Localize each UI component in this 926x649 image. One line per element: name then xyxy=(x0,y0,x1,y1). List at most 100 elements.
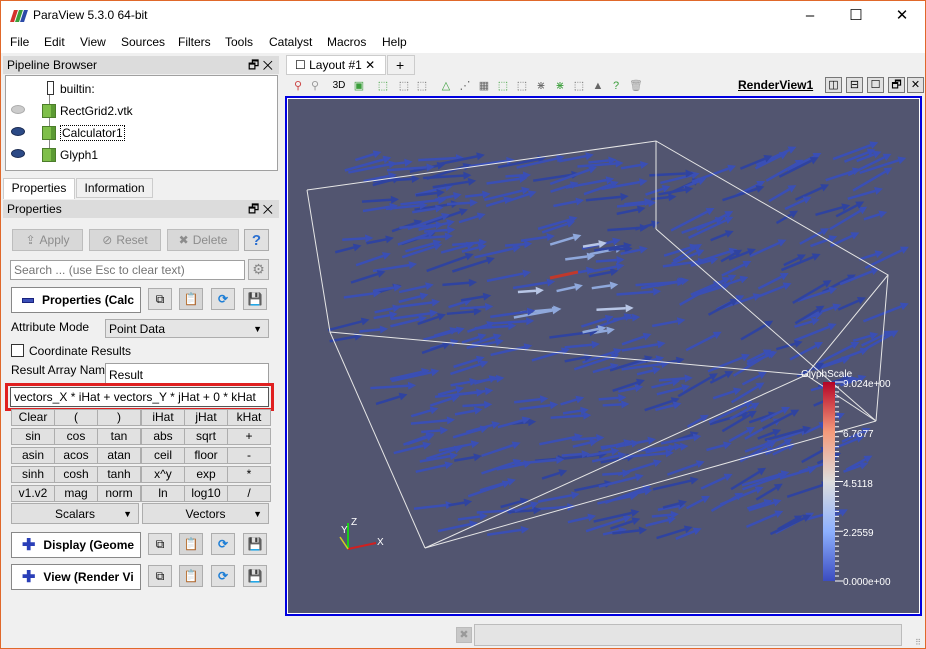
render-view-title[interactable]: RenderView1 xyxy=(738,78,813,92)
split-vertical-button[interactable]: ⊟ xyxy=(846,77,863,93)
menu-catalyst[interactable]: Catalyst xyxy=(269,35,312,49)
apply-button[interactable]: ⇪ Apply xyxy=(12,229,83,251)
copy-button[interactable]: ⧉ xyxy=(148,565,172,587)
calc-button[interactable]: mag xyxy=(54,485,98,502)
paste-button[interactable]: 📋 xyxy=(179,288,203,310)
menu-filters[interactable]: Filters xyxy=(178,35,211,49)
calc-button[interactable]: x^y xyxy=(141,466,185,483)
calc-button[interactable]: kHat xyxy=(227,409,271,426)
restore-defaults-button[interactable]: ⟳ xyxy=(211,288,235,310)
calc-button[interactable]: log10 xyxy=(184,485,228,502)
calc-button[interactable]: Clear xyxy=(11,409,55,426)
interactive-select-cells-icon[interactable]: ⬚ xyxy=(496,79,510,93)
shrink-selection-icon[interactable]: ⋇ xyxy=(553,79,567,93)
tab-properties[interactable]: Properties xyxy=(3,178,75,199)
camera-undo-icon[interactable]: ⚲ xyxy=(308,79,322,93)
save-defaults-button[interactable]: 💾 xyxy=(243,288,267,310)
hover-cells-icon[interactable]: ⬚ xyxy=(572,79,586,93)
capture-screenshot-icon[interactable]: ▣ xyxy=(352,79,366,93)
view-section-toggle[interactable]: ✚ View (Render Vi xyxy=(11,564,141,590)
save-defaults-button[interactable]: 💾 xyxy=(243,533,267,555)
pipeline-item-calculator[interactable]: Calculator1 xyxy=(6,123,276,143)
select-points-frustum-icon[interactable]: ⋰ xyxy=(458,79,472,93)
maximize-button[interactable]: ☐ xyxy=(833,1,879,31)
interactive-select-points-icon[interactable]: ⬚ xyxy=(515,79,529,93)
menu-tools[interactable]: Tools xyxy=(225,35,253,49)
calc-button[interactable]: ln xyxy=(141,485,185,502)
calc-button[interactable]: ( xyxy=(54,409,98,426)
calc-button[interactable]: sqrt xyxy=(184,428,228,445)
close-button[interactable]: ✕ xyxy=(879,1,925,31)
calc-button[interactable]: acos xyxy=(54,447,98,464)
menu-file[interactable]: File xyxy=(10,35,29,49)
calc-button[interactable]: asin xyxy=(11,447,55,464)
calc-button[interactable]: tanh xyxy=(97,466,141,483)
scalars-dropdown[interactable]: Scalars ▼ xyxy=(11,503,139,524)
attribute-mode-select[interactable]: Point Data ▼ xyxy=(105,319,269,338)
calc-button[interactable]: atan xyxy=(97,447,141,464)
eye-visible-icon[interactable] xyxy=(11,127,25,136)
save-defaults-button[interactable]: 💾 xyxy=(243,565,267,587)
close-view-button[interactable]: ✕ xyxy=(907,77,924,93)
calc-button[interactable]: - xyxy=(227,447,271,464)
calc-button[interactable]: v1.v2 xyxy=(11,485,55,502)
float-icon[interactable]: 🗗 xyxy=(248,202,259,216)
select-cells-add-icon[interactable]: ⬚ xyxy=(415,79,429,93)
coordinate-results-checkbox[interactable] xyxy=(11,344,24,357)
toggle-3d-button[interactable]: 3D xyxy=(330,79,348,93)
result-array-name-input[interactable]: Result xyxy=(105,363,269,384)
calc-button[interactable]: abs xyxy=(141,428,185,445)
menu-help[interactable]: Help xyxy=(382,35,407,49)
restore-defaults-button[interactable]: ⟳ xyxy=(211,565,235,587)
calc-button[interactable]: cos xyxy=(54,428,98,445)
select-block-icon[interactable]: ▦ xyxy=(477,79,491,93)
split-horizontal-button[interactable]: ◫ xyxy=(825,77,842,93)
delete-button[interactable]: ✖ Delete xyxy=(167,229,239,251)
paste-button[interactable]: 📋 xyxy=(179,533,203,555)
select-points-on-icon[interactable]: △ xyxy=(439,79,453,93)
camera-link-icon[interactable]: ⚲ xyxy=(291,79,305,93)
hover-points-icon[interactable]: ▲ xyxy=(591,79,605,93)
close-panel-icon[interactable]: ✕ xyxy=(263,202,273,216)
menu-macros[interactable]: Macros xyxy=(327,35,366,49)
menu-sources[interactable]: Sources xyxy=(121,35,165,49)
float-view-button[interactable]: 🗗 xyxy=(888,77,905,93)
properties-section-toggle[interactable]: Properties (Calc xyxy=(11,287,141,313)
pipeline-item-rectgrid[interactable]: RectGrid2.vtk xyxy=(6,101,276,121)
paste-button[interactable]: 📋 xyxy=(179,565,203,587)
tab-information[interactable]: Information xyxy=(76,178,153,198)
select-cells-on-icon[interactable]: ⬚ xyxy=(376,79,390,93)
calc-button[interactable]: floor xyxy=(184,447,228,464)
render-view-canvas[interactable]: Z X Y GlyphScale 9.024e+00 6.7677 4.5118… xyxy=(288,99,919,613)
minimize-button[interactable]: – xyxy=(787,1,833,31)
calc-button[interactable]: ) xyxy=(97,409,141,426)
close-tab-icon[interactable]: ✕ xyxy=(365,58,375,72)
pipeline-item-builtin[interactable]: builtin: xyxy=(6,79,276,99)
close-panel-icon[interactable]: ✕ xyxy=(263,58,273,72)
expression-input[interactable]: vectors_X * iHat + vectors_Y * jHat + 0 … xyxy=(10,387,269,407)
pipeline-item-glyph[interactable]: Glyph1 xyxy=(6,145,276,165)
display-section-toggle[interactable]: ✚ Display (Geome xyxy=(11,532,141,558)
query-icon[interactable]: ? xyxy=(609,79,623,93)
help-button[interactable]: ? xyxy=(244,229,269,251)
select-cells-off-icon[interactable]: ⬚ xyxy=(397,79,411,93)
vectors-dropdown[interactable]: Vectors ▼ xyxy=(142,503,269,524)
menu-view[interactable]: View xyxy=(80,35,106,49)
calc-button[interactable]: norm xyxy=(97,485,141,502)
calc-button[interactable]: sin xyxy=(11,428,55,445)
reset-button[interactable]: ⊘ Reset xyxy=(89,229,161,251)
float-icon[interactable]: 🗗 xyxy=(248,58,259,72)
calc-button[interactable]: jHat xyxy=(184,409,228,426)
calc-button[interactable]: ceil xyxy=(141,447,185,464)
calc-button[interactable]: + xyxy=(227,428,271,445)
eye-hidden-icon[interactable] xyxy=(11,105,25,114)
menu-edit[interactable]: Edit xyxy=(44,35,65,49)
calc-button[interactable]: * xyxy=(227,466,271,483)
copy-button[interactable]: ⧉ xyxy=(148,533,172,555)
restore-defaults-button[interactable]: ⟳ xyxy=(211,533,235,555)
copy-button[interactable]: ⧉ xyxy=(148,288,172,310)
calc-button[interactable]: tan xyxy=(97,428,141,445)
calc-button[interactable]: / xyxy=(227,485,271,502)
maximize-view-button[interactable]: ☐ xyxy=(867,77,884,93)
tab-layout-1[interactable]: ☐ Layout #1 ✕ xyxy=(286,55,386,75)
